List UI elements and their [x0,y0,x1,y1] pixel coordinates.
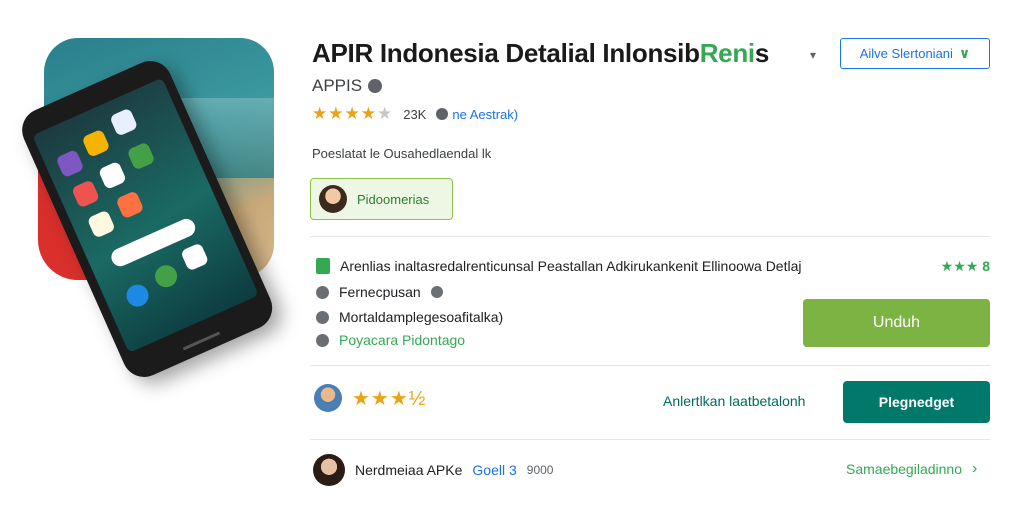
top-action-label: Ailve Slertoniani [859,46,953,61]
app-hero-image [15,30,284,385]
app-icon [97,160,127,190]
info-icon [316,285,329,299]
bookmark-icon [316,258,330,274]
app-title: APIR Indonesia Detalial InlonsibRenis [312,38,770,68]
category-badge[interactable]: Pidoomerias [310,178,453,220]
developer-name: APPIS [312,76,363,95]
top-action-button[interactable]: Ailve Slertoniani ∨ [840,38,990,69]
feature-label: Poyacara Pidontago [339,332,466,348]
features-heading-text: Arenlias inaltasredalrenticunsal Peastal… [340,258,802,274]
feature-item[interactable]: Poyacara Pidontago [316,332,465,348]
app-icon [151,261,181,291]
features-heading: Arenlias inaltasredalrenticunsal Peastal… [316,258,990,274]
author-tag: Goell 3 [472,462,517,478]
avatar [314,384,342,412]
rating-row: ★★★★★ 23K ne Aestrak) [312,104,518,124]
app-description: Poeslatat le Ousahedlaendal lk [312,146,492,161]
info-icon [436,108,449,120]
avatar [313,454,345,486]
category-badge-label: Pidoomerias [357,191,430,207]
features-rating: ★★★ 8 [940,258,990,274]
divider [310,439,990,440]
chevron-down-icon: ∨ [958,45,971,61]
app-icon [86,209,116,239]
feature-item: Fernecpusan [316,284,443,300]
app-icon [55,149,85,179]
phone-home-indicator [182,331,221,351]
globe-icon [430,286,443,298]
title-caret-icon[interactable]: ▾ [810,48,816,62]
see-more-label: Samaebegiladinno [846,461,962,477]
globe-icon [368,79,383,93]
feature-item: Mortaldamplegesoafitalka) [316,309,503,325]
app-icon [180,242,210,272]
author-row[interactable]: Nerdmeiaa APKe Goell 3 9000 [313,454,553,486]
review-link[interactable]: Anlertlkan laatbetalonh [663,393,805,409]
app-icon [109,107,139,137]
info-link-label: ne Aestrak) [452,106,519,122]
divider [310,236,990,237]
review-row: ★★★½ [314,384,426,412]
info-icon [316,310,329,324]
app-icon [126,141,156,171]
see-more-link[interactable]: Samaebegiladinno › [846,460,977,478]
author-name: Nerdmeiaa APKe [355,462,463,478]
feature-label: Fernecpusan [339,284,421,300]
feature-label: Mortaldamplegesoafitalka) [339,309,504,325]
developer-row[interactable]: APPIS [312,76,383,96]
rating-count: 23K [403,106,427,122]
avatar [319,185,347,213]
app-icon [81,128,111,158]
chevron-right-icon: › [971,460,978,477]
primary-action-button[interactable]: Plegnedget [843,381,990,423]
info-link[interactable]: ne Aestrak) [436,107,518,122]
review-stars[interactable]: ★★★½ [352,386,426,411]
author-count: 9000 [526,463,554,477]
app-icon [71,179,101,209]
app-icon [115,190,145,220]
info-icon [316,333,329,347]
app-icon [122,281,153,311]
download-button[interactable]: Unduh [803,299,990,347]
divider [310,365,990,366]
rating-stars: ★★★★★ [312,104,394,123]
